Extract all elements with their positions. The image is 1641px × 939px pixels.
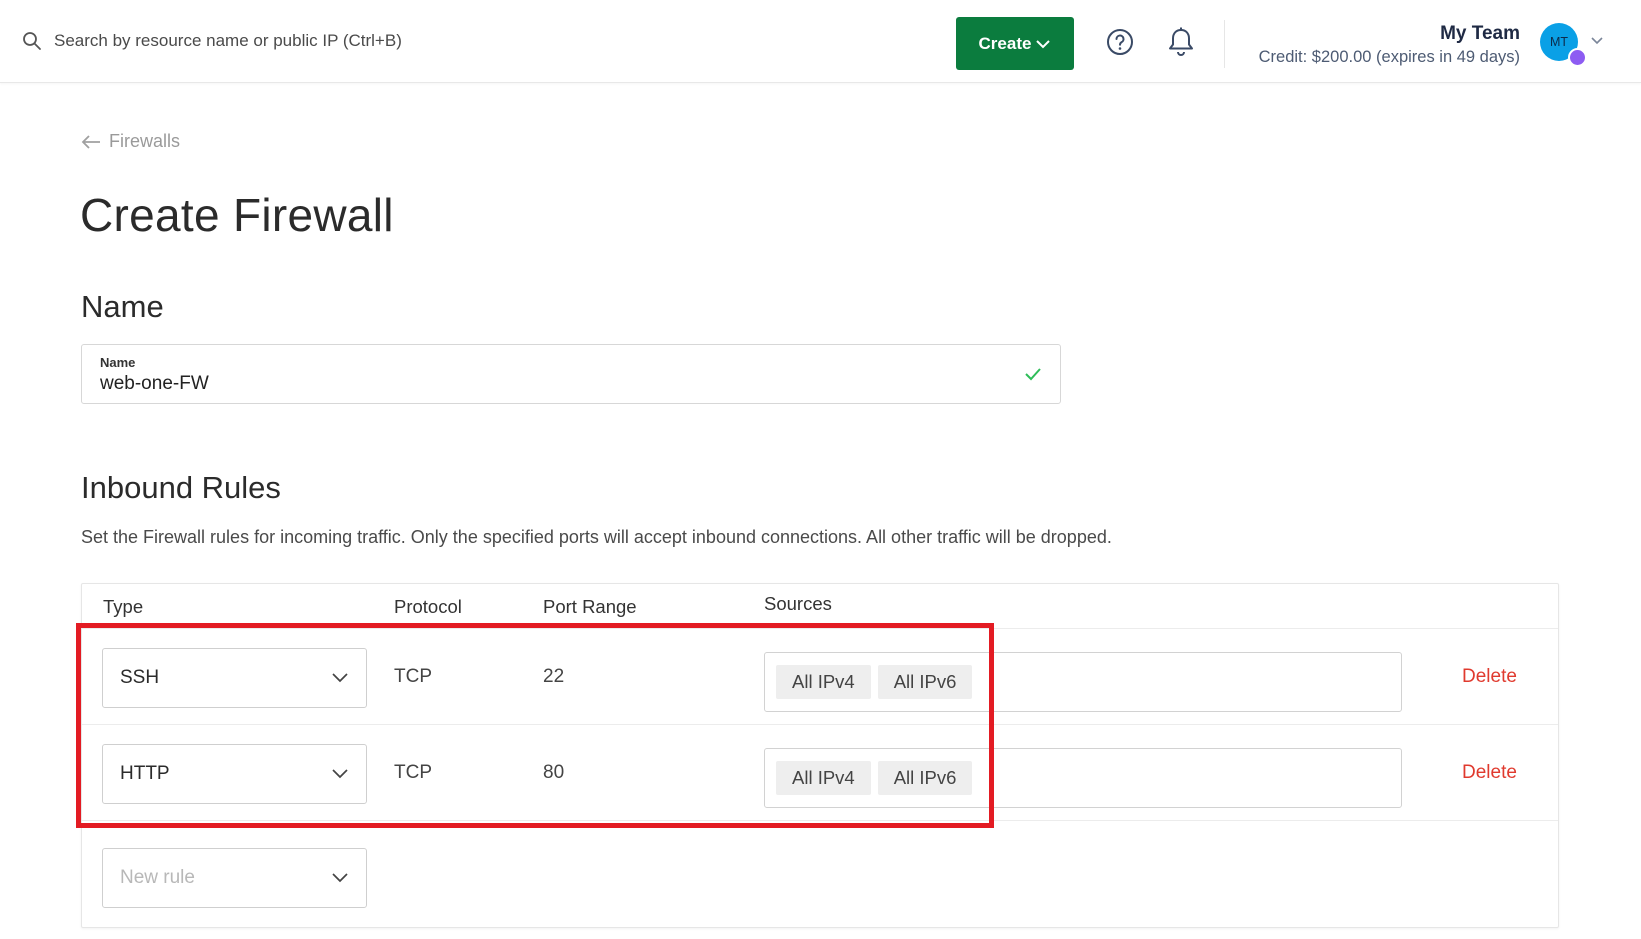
search-input[interactable]: [52, 30, 876, 52]
avatar-badge: [1568, 48, 1587, 67]
global-search[interactable]: [22, 26, 902, 56]
row-divider: [82, 724, 1558, 725]
team-name[interactable]: My Team: [1440, 23, 1520, 45]
create-button[interactable]: Create: [956, 17, 1074, 70]
column-header-sources: Sources: [764, 593, 832, 614]
rule-sources-input[interactable]: All IPv4 All IPv6: [764, 748, 1402, 808]
header-divider: [1224, 20, 1225, 68]
rule-protocol: TCP: [394, 666, 432, 687]
top-bar: Create My Team Credit: $200.00 (expires …: [0, 0, 1641, 83]
check-icon: [1025, 368, 1041, 381]
source-tag[interactable]: All IPv4: [776, 665, 871, 699]
rule-type-select[interactable]: HTTP: [102, 744, 367, 804]
bell-icon[interactable]: [1167, 26, 1195, 58]
avatar-initials: MT: [1549, 35, 1569, 49]
page-title: Create Firewall: [80, 189, 394, 241]
delete-rule-link[interactable]: Delete: [1462, 666, 1517, 688]
chevron-down-icon: [332, 873, 348, 883]
new-rule-select[interactable]: New rule: [102, 848, 367, 908]
back-link-label: Firewalls: [109, 131, 181, 151]
row-divider: [82, 628, 1558, 629]
rule-type-value: HTTP: [120, 763, 170, 784]
new-rule-placeholder: New rule: [120, 867, 195, 888]
firewall-name-field[interactable]: Name: [81, 344, 1061, 404]
row-divider: [82, 820, 1558, 821]
name-section-heading: Name: [81, 289, 164, 324]
arrow-left-icon: [81, 134, 100, 149]
inbound-rules-heading: Inbound Rules: [81, 470, 281, 505]
back-to-firewalls-link[interactable]: Firewalls: [81, 131, 180, 152]
column-header-port-range: Port Range: [543, 596, 637, 617]
rule-port-range: 22: [543, 666, 565, 687]
credit-balance: Credit: $200.00 (expires in 49 days): [1258, 48, 1520, 66]
rule-sources-input[interactable]: All IPv4 All IPv6: [764, 652, 1402, 712]
search-icon: [23, 32, 41, 50]
delete-rule-link[interactable]: Delete: [1462, 762, 1517, 784]
column-header-type: Type: [103, 596, 144, 617]
source-tag[interactable]: All IPv6: [877, 761, 973, 795]
firewall-name-input[interactable]: [100, 373, 960, 395]
rule-type-select[interactable]: SSH: [102, 648, 367, 708]
name-field-label: Name: [100, 355, 136, 370]
chevron-down-icon[interactable]: [1590, 36, 1604, 46]
help-circle-icon[interactable]: [1106, 28, 1134, 56]
chevron-down-icon: [332, 673, 348, 683]
inbound-rules-description: Set the Firewall rules for incoming traf…: [81, 527, 1112, 547]
chevron-down-icon: [332, 769, 348, 779]
inbound-rules-table: Type Protocol Port Range Sources SSH TCP…: [81, 583, 1559, 928]
create-button-label: Create: [978, 33, 1032, 53]
rule-type-value: SSH: [120, 667, 160, 688]
chevron-down-icon: [1036, 39, 1051, 48]
rule-port-range: 80: [543, 762, 565, 783]
column-header-protocol: Protocol: [394, 596, 462, 617]
source-tag[interactable]: All IPv4: [776, 761, 871, 795]
source-tag[interactable]: All IPv6: [877, 665, 973, 699]
rule-protocol: TCP: [394, 762, 432, 783]
